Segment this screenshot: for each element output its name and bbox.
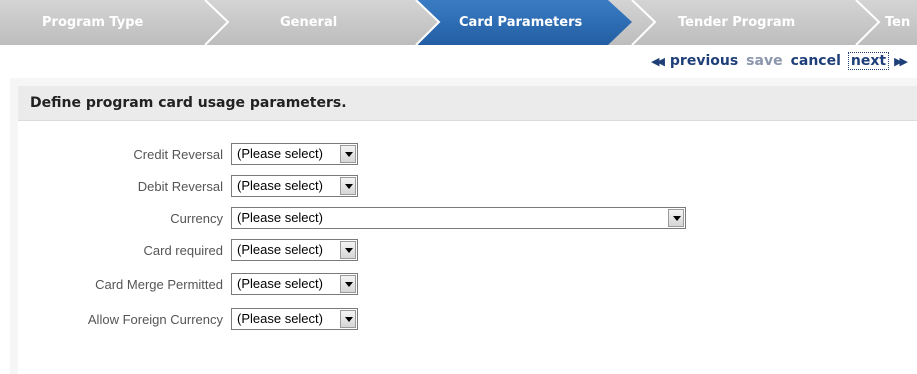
step-general[interactable]: General xyxy=(280,0,337,45)
chevron-down-icon[interactable] xyxy=(340,275,356,293)
step-card-parameters[interactable]: Card Parameters xyxy=(459,0,582,45)
next-link[interactable]: next xyxy=(847,52,890,70)
debit-reversal-label: Debit Reversal xyxy=(137,179,223,194)
wizard-step-bar: Program Type General Card Parameters Ten… xyxy=(0,0,917,45)
debit-reversal-value: (Please select) xyxy=(237,178,323,193)
currency-select[interactable]: (Please select) xyxy=(231,207,686,229)
allow-foreign-currency-select[interactable]: (Please select) xyxy=(231,308,358,330)
form-row-credit-reversal: Credit Reversal (Please select) xyxy=(18,142,917,168)
card-required-value: (Please select) xyxy=(237,242,323,257)
card-merge-permitted-value: (Please select) xyxy=(237,276,323,291)
chevron-down-icon[interactable] xyxy=(340,310,356,328)
credit-reversal-label: Credit Reversal xyxy=(133,147,223,162)
credit-reversal-value: (Please select) xyxy=(237,146,323,161)
double-left-arrow-icon: ◀◀ xyxy=(650,54,665,68)
chevron-down-icon[interactable] xyxy=(340,241,356,259)
allow-foreign-currency-label: Allow Foreign Currency xyxy=(87,312,223,327)
allow-foreign-currency-value: (Please select) xyxy=(237,311,323,326)
cancel-link[interactable]: cancel xyxy=(791,53,841,69)
card-merge-permitted-label: Card Merge Permitted xyxy=(95,277,223,292)
debit-reversal-select[interactable]: (Please select) xyxy=(231,175,358,197)
content-panel: Define program card usage parameters. Cr… xyxy=(10,78,917,374)
step-next-truncated[interactable]: Ten xyxy=(885,0,910,45)
save-link[interactable]: save xyxy=(746,53,782,69)
chevron-down-icon[interactable] xyxy=(340,177,356,195)
panel-header: Define program card usage parameters. xyxy=(18,86,917,121)
form-row-currency: Currency (Please select) xyxy=(18,206,917,232)
form-row-card-merge-permitted: Card Merge Permitted (Please select) xyxy=(18,272,917,298)
form-row-card-required: Card required (Please select) xyxy=(18,238,917,264)
currency-value: (Please select) xyxy=(237,210,323,225)
double-right-arrow-icon: ▶▶ xyxy=(894,54,908,68)
card-required-label: Card required xyxy=(143,243,224,258)
card-merge-permitted-select[interactable]: (Please select) xyxy=(231,273,358,295)
step-tender-program[interactable]: Tender Program xyxy=(678,0,795,45)
previous-link[interactable]: previous xyxy=(670,53,738,69)
chevron-down-icon[interactable] xyxy=(668,209,684,227)
panel-title: Define program card usage parameters. xyxy=(30,95,347,111)
wizard-nav: ◀◀ previous save cancel next ▶▶ xyxy=(650,50,908,72)
credit-reversal-select[interactable]: (Please select) xyxy=(231,143,358,165)
chevron-down-icon[interactable] xyxy=(340,145,356,163)
step-program-type[interactable]: Program Type xyxy=(42,0,143,45)
currency-label: Currency xyxy=(170,211,223,226)
form-container: Define program card usage parameters. Cr… xyxy=(18,86,917,374)
form-row-allow-foreign-currency: Allow Foreign Currency (Please select) xyxy=(18,307,917,333)
form-row-debit-reversal: Debit Reversal (Please select) xyxy=(18,174,917,200)
card-required-select[interactable]: (Please select) xyxy=(231,239,358,261)
